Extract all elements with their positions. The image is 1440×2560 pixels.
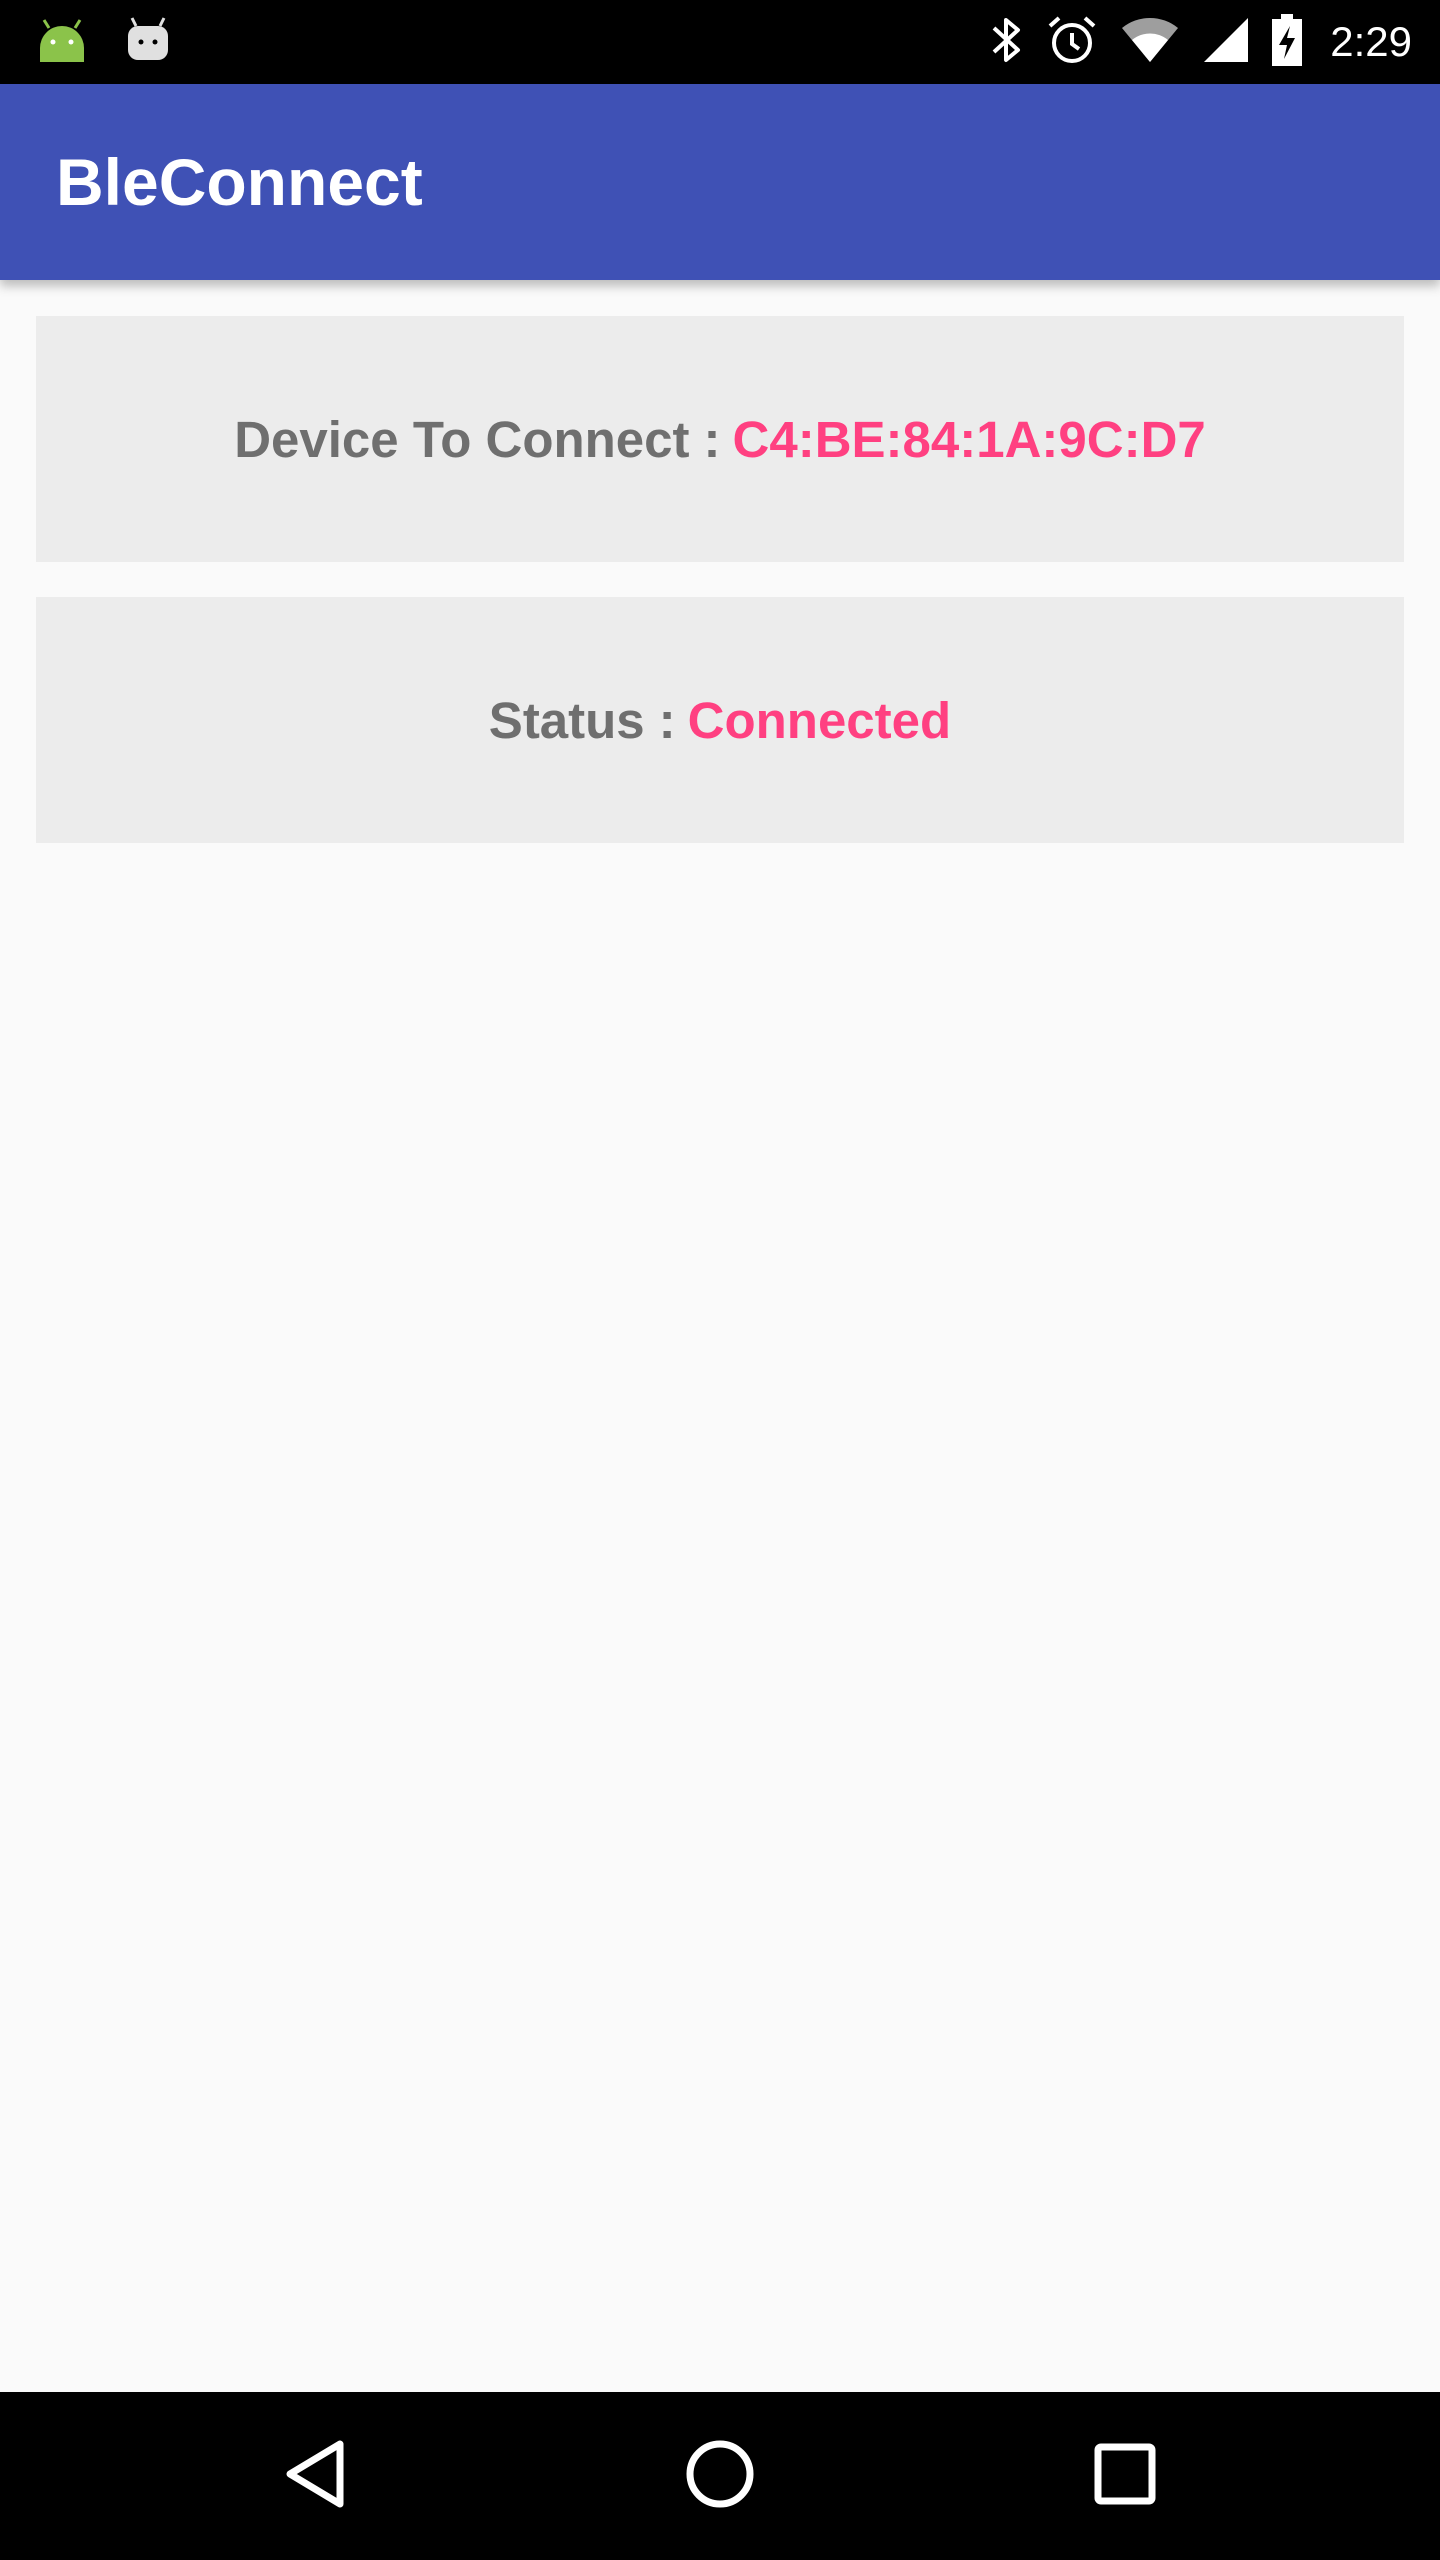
android-icon bbox=[36, 14, 88, 71]
notification-robot-icon bbox=[126, 16, 170, 69]
home-icon bbox=[685, 2439, 755, 2514]
recents-button[interactable] bbox=[1045, 2392, 1205, 2560]
device-address-value: C4:BE:84:1A:9C:D7 bbox=[732, 410, 1206, 468]
status-label: Status bbox=[488, 691, 645, 749]
app-title: BleConnect bbox=[56, 145, 423, 219]
back-icon bbox=[284, 2438, 348, 2515]
device-to-connect-card: Device To Connect : C4:BE:84:1A:9C:D7 bbox=[36, 316, 1404, 562]
signal-icon bbox=[1202, 16, 1250, 69]
back-button[interactable] bbox=[236, 2392, 396, 2560]
status-separator: : bbox=[658, 691, 676, 749]
bluetooth-icon bbox=[990, 14, 1024, 71]
navigation-bar bbox=[0, 2392, 1440, 2560]
home-button[interactable] bbox=[640, 2392, 800, 2560]
alarm-icon bbox=[1046, 14, 1098, 71]
status-card: Status : Connected bbox=[36, 597, 1404, 843]
battery-charging-icon bbox=[1272, 13, 1303, 71]
status-bar-time: 2:29 bbox=[1330, 18, 1412, 65]
wifi-icon bbox=[1120, 16, 1180, 69]
recents-icon bbox=[1094, 2443, 1156, 2510]
status-value: Connected bbox=[687, 691, 952, 749]
system-icons: 2:29 bbox=[990, 0, 1412, 84]
status-bar: 2:29 bbox=[0, 0, 1440, 84]
device-to-connect-label: Device To Connect bbox=[234, 410, 690, 468]
notification-icons bbox=[36, 14, 170, 71]
app-bar: BleConnect bbox=[0, 84, 1440, 280]
device-separator: : bbox=[703, 410, 721, 468]
